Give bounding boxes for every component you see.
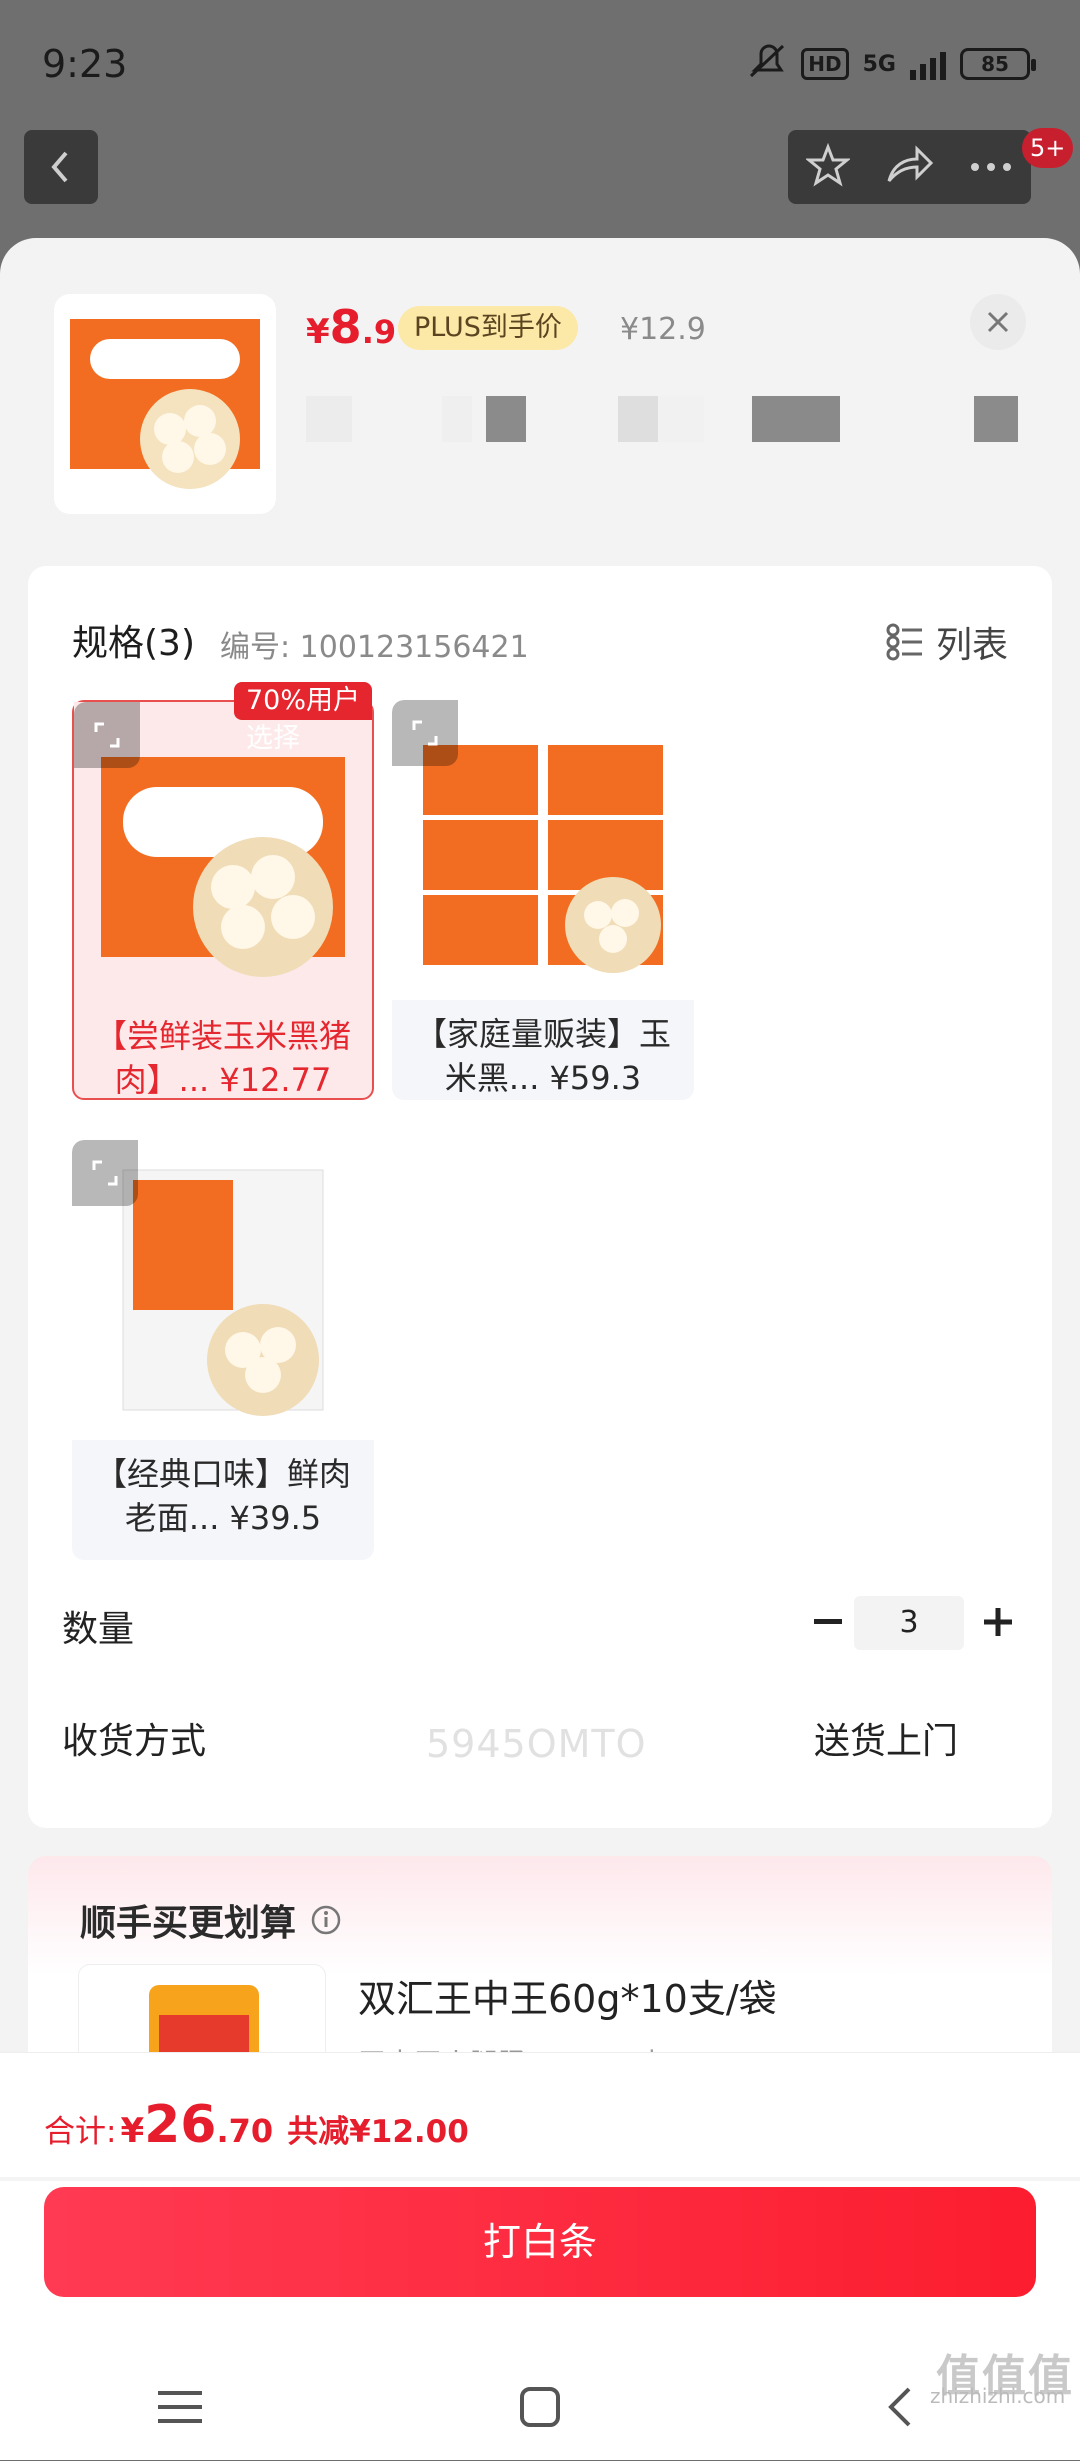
back-chevron-icon	[888, 2387, 911, 2427]
spec-option-2[interactable]: 【家庭量贩装】玉米黑... ¥59.3	[392, 700, 694, 1100]
share-button[interactable]	[885, 145, 934, 189]
menu-nav-button[interactable]	[135, 2362, 225, 2452]
quantity-increment-button[interactable]	[968, 1592, 1028, 1652]
option-label: 【经典口味】鲜肉老面... ¥39.5	[94, 1455, 351, 1537]
product-thumbnail[interactable]	[54, 294, 276, 514]
status-icons: HD 5G 85	[747, 44, 1036, 84]
delivery-label: 收货方式	[62, 1721, 207, 1762]
baitiao-pay-button[interactable]: 打白条	[44, 2187, 1036, 2297]
product-price: ¥ 8 .9	[306, 300, 397, 354]
original-price: ¥12.9	[620, 312, 706, 347]
option-label: 【家庭量贩装】玉米黑... ¥59.3	[414, 1015, 671, 1097]
mute-icon	[747, 44, 787, 84]
plus-price-tag: PLUS到手价	[398, 306, 578, 350]
expand-icon[interactable]	[74, 702, 140, 768]
expand-icon[interactable]	[72, 1140, 138, 1206]
minus-icon	[814, 1619, 842, 1624]
spec-card: 规格(3) 编号: 100123156421 列表 70%用户选择 【尝鲜装玉米…	[28, 566, 1052, 1828]
checkout-footer: 合计: ¥ 26 .70 共减¥12.00 打白条	[0, 2052, 1080, 2460]
status-bar: 9:23 HD 5G 85	[0, 0, 1080, 130]
spec-title: 规格(3)	[72, 623, 195, 664]
clock: 9:23	[42, 42, 128, 86]
addon-item-name[interactable]: 双汇王中王60g*10支/袋	[358, 1968, 777, 2023]
list-icon	[886, 623, 922, 661]
spec-option-1[interactable]: 70%用户选择 【尝鲜装玉米黑猪肉】... ¥12.77	[72, 682, 374, 1100]
watermark-url: zhizhizhi.com	[930, 2384, 1066, 2408]
top-actions	[788, 130, 1031, 204]
system-navbar	[0, 2353, 1080, 2461]
addon-title: 顺手买更划算	[80, 1894, 342, 1946]
delivery-method[interactable]: 送货上门	[814, 1712, 958, 1764]
signal-icon	[910, 48, 946, 80]
spec-number: 编号: 100123156421	[220, 630, 529, 665]
share-icon	[888, 145, 934, 182]
watermark-text: 5945OMTO	[426, 1722, 647, 1766]
battery-icon: 85	[960, 48, 1036, 80]
selected-spec-obscured	[306, 396, 1026, 442]
more-icon	[971, 162, 1012, 171]
discount-total: 共减¥12.00	[287, 2114, 469, 2150]
quantity-input[interactable]: 3	[854, 1596, 964, 1650]
favorite-button[interactable]	[804, 142, 852, 191]
quantity-decrement-button[interactable]	[798, 1592, 858, 1652]
spec-option-3[interactable]: 【经典口味】鲜肉老面... ¥39.5	[72, 1140, 374, 1560]
order-total: 合计: ¥ 26 .70 共减¥12.00	[44, 2095, 469, 2155]
divider	[0, 2177, 1080, 2181]
more-button[interactable]	[969, 158, 1013, 177]
home-nav-button[interactable]	[495, 2362, 585, 2452]
quantity-label: 数量	[62, 1609, 135, 1650]
message-badge: 5+	[1022, 128, 1074, 168]
network-type: 5G	[862, 51, 896, 77]
plus-icon	[984, 1608, 1012, 1636]
option-label: 【尝鲜装玉米黑猪肉】... ¥12.77	[94, 1017, 351, 1099]
popular-badge: 70%用户选择	[234, 682, 372, 754]
list-view-toggle[interactable]: 列表	[886, 616, 1008, 668]
close-icon	[987, 311, 1009, 333]
expand-icon[interactable]	[392, 700, 458, 766]
menu-icon	[158, 2391, 202, 2423]
info-icon[interactable]	[310, 1904, 342, 1936]
back-button[interactable]	[24, 130, 98, 204]
product-image	[70, 319, 260, 489]
hd-icon: HD	[801, 48, 849, 80]
close-button[interactable]	[970, 294, 1026, 350]
back-arrow-icon	[51, 151, 68, 183]
home-square-icon	[520, 2387, 560, 2427]
star-icon	[804, 142, 852, 187]
list-label: 列表	[935, 625, 1008, 666]
